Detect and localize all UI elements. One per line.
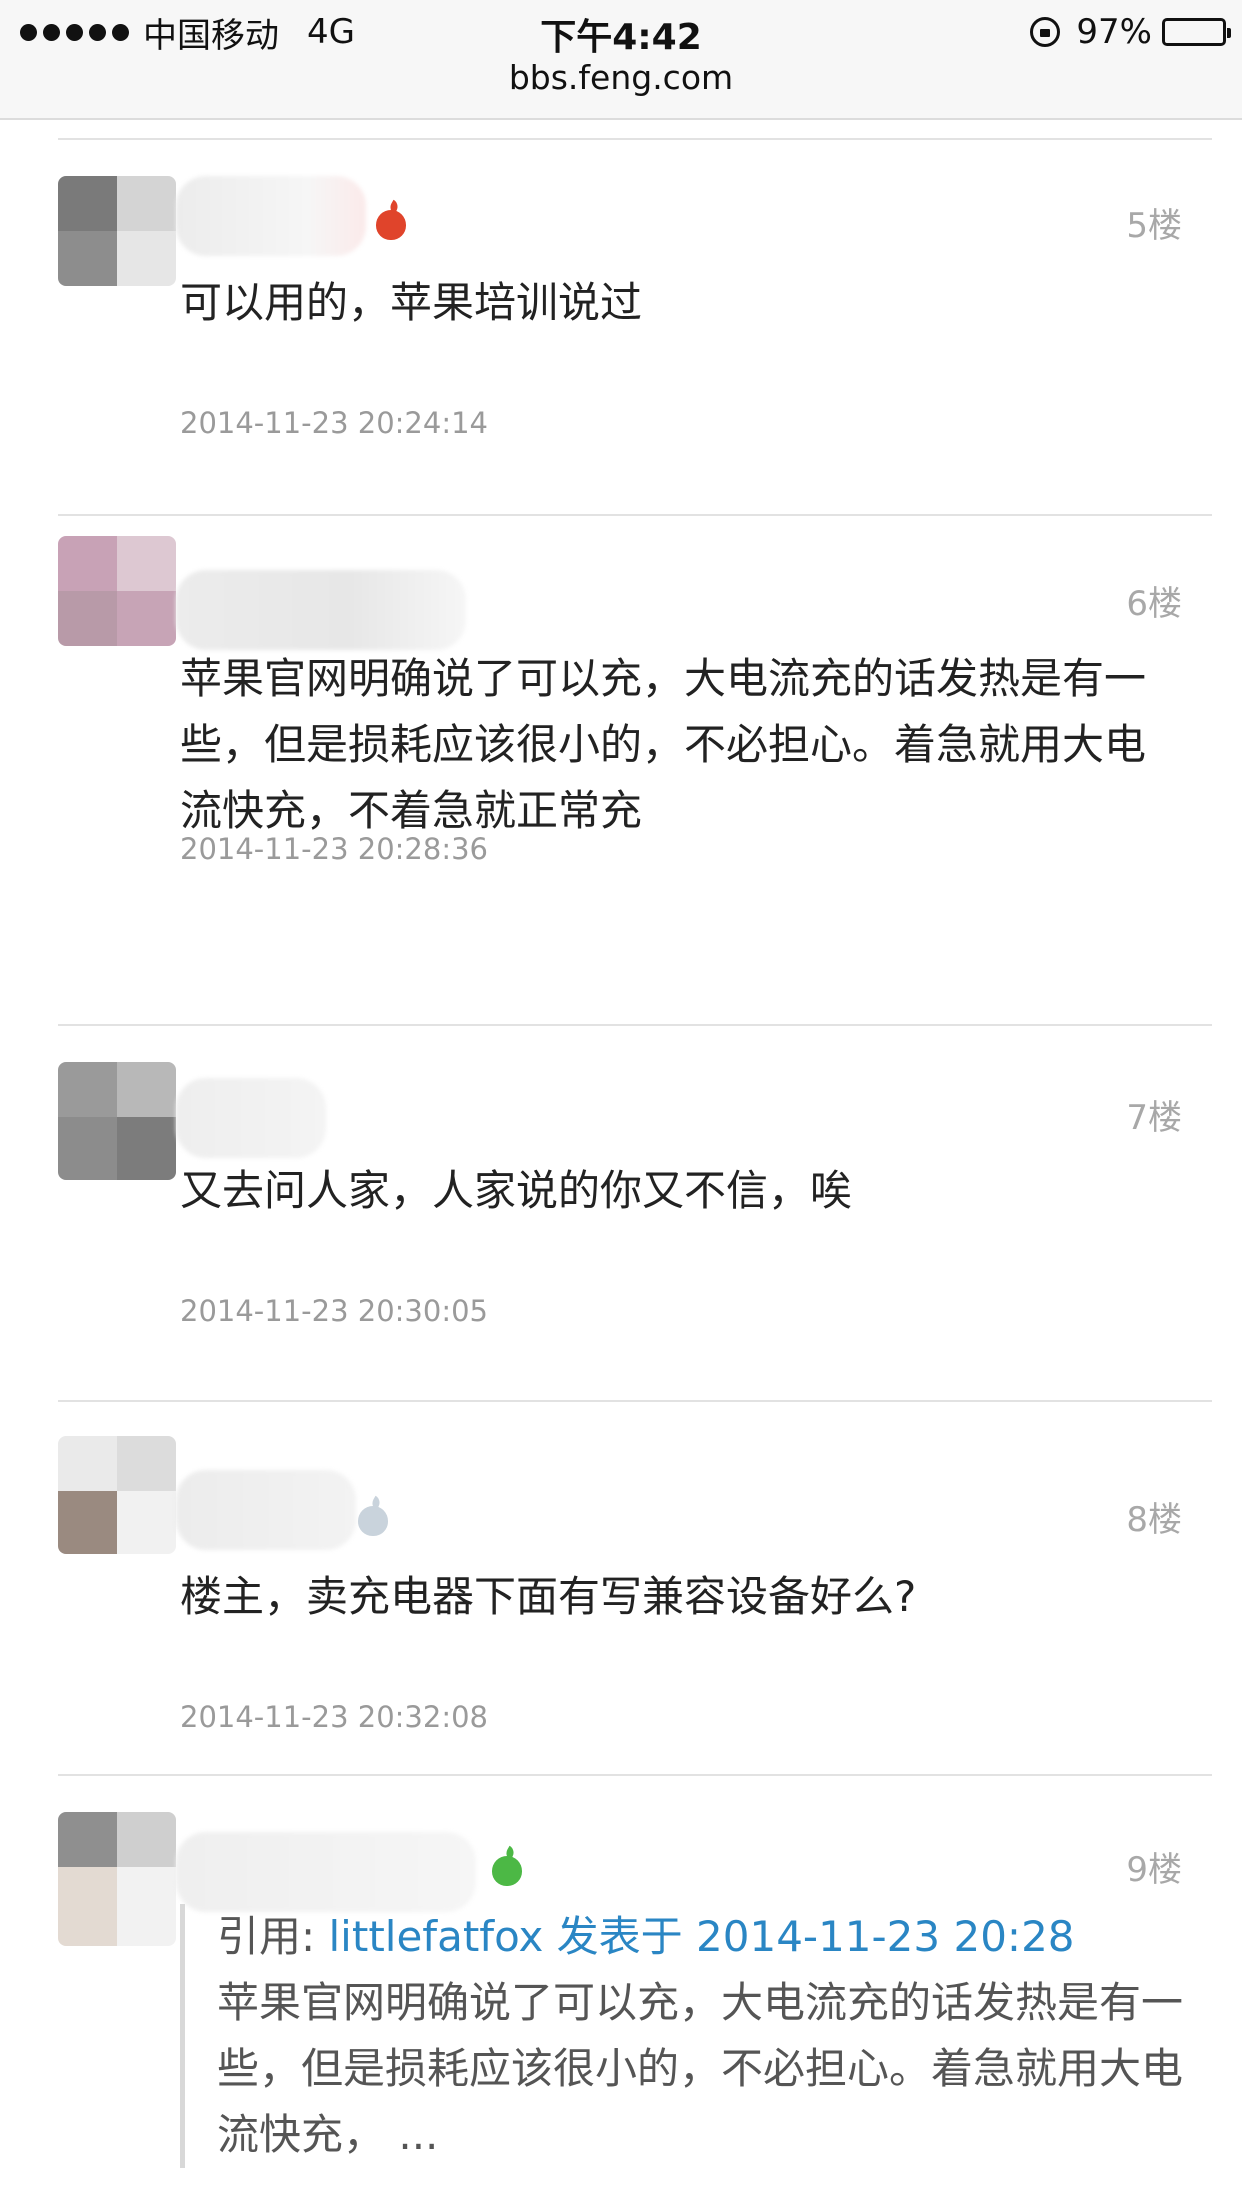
post-content: 苹果官网明确说了可以充，大电流充的话发热是有一些，但是损耗应该很小的，不必担心。…	[180, 654, 1147, 835]
post-content: 楼主，卖充电器下面有写兼容设备好么?	[180, 1572, 917, 1621]
avatar[interactable]	[58, 1062, 176, 1180]
post-content: 又去问人家，人家说的你又不信，唉	[180, 1166, 853, 1215]
avatar[interactable]	[58, 176, 176, 286]
username-blurred[interactable]	[176, 1078, 326, 1158]
address-bar-url[interactable]: bbs.feng.com	[0, 58, 1242, 97]
floor-number: 6楼	[1126, 584, 1182, 624]
floor-number: 5楼	[1126, 206, 1182, 246]
quote-header: 引用: littlefatfox 发表于 2014-11-23 20:28	[217, 1904, 1184, 1970]
battery-icon	[1162, 18, 1231, 46]
avatar[interactable]	[58, 1812, 176, 1946]
top-bar: 中国移动 4G 下午4:42 97% bbs.feng.com	[0, 0, 1242, 120]
divider	[58, 138, 1212, 140]
username-blurred[interactable]	[176, 1470, 356, 1550]
floor-number: 9楼	[1126, 1850, 1182, 1890]
apple-badge-icon	[376, 210, 406, 240]
rotation-lock-icon	[1030, 17, 1061, 47]
post-time: 2014-11-23 20:32:08	[180, 1700, 488, 1734]
floor-number: 7楼	[1126, 1098, 1182, 1138]
divider	[58, 1024, 1212, 1026]
post-content: 可以用的，苹果培训说过	[180, 278, 643, 327]
avatar[interactable]	[58, 536, 176, 646]
quote-body: 苹果官网明确说了可以充，大电流充的话发热是有一些，但是损耗应该很小的，不必担心。…	[217, 1978, 1184, 2159]
quote-author-link[interactable]: littlefatfox 发表于 2014-11-23 20:28	[329, 1912, 1075, 1961]
divider	[58, 514, 1212, 516]
status-right: 97%	[1030, 10, 1231, 54]
username-blurred[interactable]	[176, 570, 466, 650]
apple-badge-icon	[492, 1856, 522, 1886]
divider	[58, 1400, 1212, 1402]
battery-percent: 97%	[1076, 12, 1152, 52]
username-blurred[interactable]	[176, 1832, 476, 1912]
floor-number: 8楼	[1126, 1500, 1182, 1540]
avatar[interactable]	[58, 1436, 176, 1554]
divider	[58, 1774, 1212, 1776]
username-blurred[interactable]	[176, 176, 366, 256]
post-time: 2014-11-23 20:24:14	[180, 406, 488, 440]
post-time: 2014-11-23 20:30:05	[180, 1294, 488, 1328]
apple-badge-icon	[358, 1506, 388, 1536]
quote-prefix: 引用:	[217, 1912, 329, 1961]
post-time: 2014-11-23 20:28:36	[180, 832, 488, 866]
quote-block: 引用: littlefatfox 发表于 2014-11-23 20:28 苹果…	[180, 1904, 1184, 2168]
